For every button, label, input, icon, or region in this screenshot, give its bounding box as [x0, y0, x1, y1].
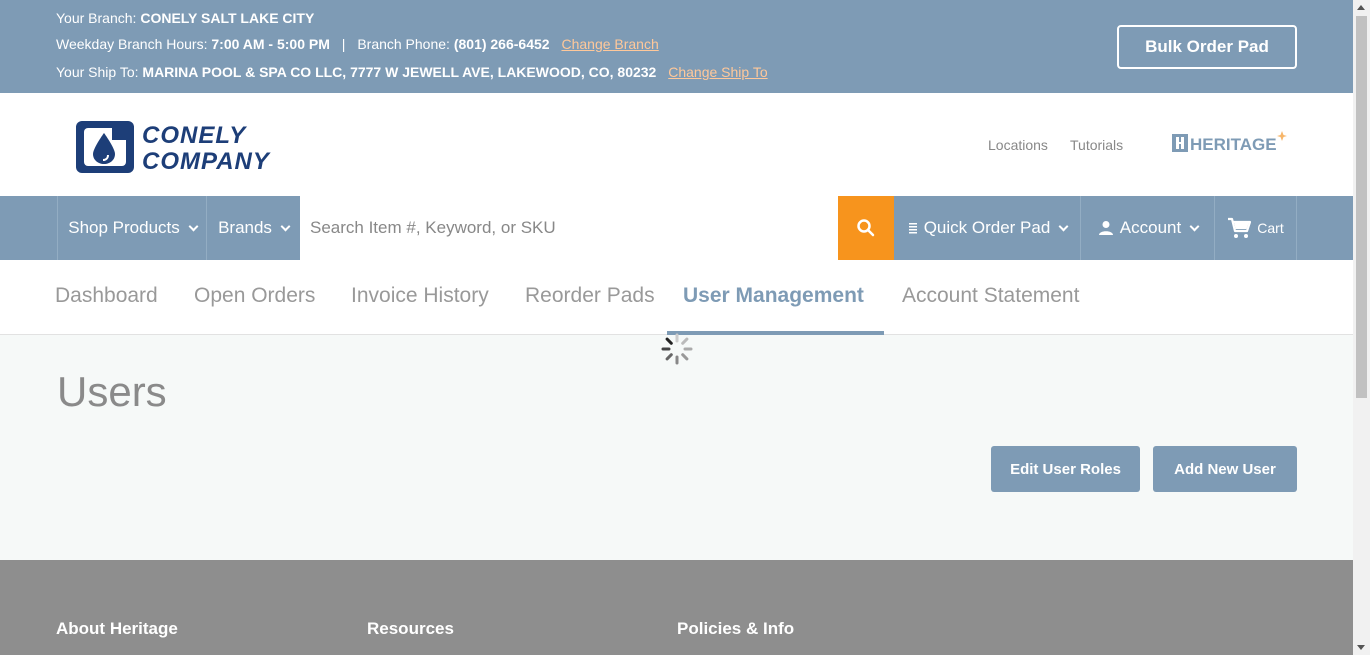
scroll-thumb[interactable]	[1356, 16, 1367, 398]
shop-products-label: Shop Products	[68, 218, 180, 237]
chevron-down-icon	[1058, 221, 1069, 231]
change-ship-to-link[interactable]: Change Ship To	[668, 64, 767, 80]
add-new-user-button[interactable]: Add New User	[1153, 446, 1297, 492]
quick-order-pad-menu[interactable]: Quick Order Pad	[894, 196, 1081, 260]
tab-dashboard[interactable]: Dashboard	[55, 284, 158, 308]
footer-heading-policies: Policies & Info	[677, 619, 795, 638]
footer-heading-about: About Heritage	[56, 619, 178, 638]
user-icon	[1098, 221, 1113, 235]
bulk-order-pad-button[interactable]: Bulk Order Pad	[1117, 25, 1297, 69]
tab-user-management[interactable]: User Management	[683, 284, 864, 308]
list-icon	[908, 223, 917, 234]
page-title: Users	[57, 368, 167, 415]
active-tab-indicator	[667, 331, 884, 335]
tab-open-orders[interactable]: Open Orders	[194, 284, 315, 308]
conely-company-logo[interactable]: CONELY COMPANY	[74, 119, 300, 175]
search-field	[300, 196, 838, 260]
main-navigation: Shop Products Brands Quick Order Pad Acc…	[0, 196, 1353, 260]
vertical-scrollbar[interactable]	[1353, 0, 1370, 655]
branch-name: CONELY SALT LAKE CITY	[140, 10, 315, 26]
ship-to-line: Your Ship To: MARINA POOL & SPA CO LLC, …	[56, 64, 768, 80]
chevron-down-icon	[1189, 221, 1200, 231]
branch-label: Your Branch:	[56, 10, 137, 26]
scroll-up-icon[interactable]	[1357, 5, 1365, 10]
ship-to-address: MARINA POOL & SPA CO LLC, 7777 W JEWELL …	[142, 64, 657, 80]
tutorials-link[interactable]: Tutorials	[1070, 137, 1123, 153]
cart-button[interactable]: Cart	[1214, 196, 1297, 260]
brands-menu[interactable]: Brands	[206, 196, 300, 260]
cart-label: Cart	[1257, 220, 1284, 236]
account-menu[interactable]: Account	[1080, 196, 1215, 260]
phone-label: Branch Phone:	[357, 36, 450, 52]
logo-text-line2: COMPANY	[142, 148, 271, 175]
separator: |	[341, 36, 346, 52]
locations-link[interactable]: Locations	[988, 137, 1048, 153]
loading-spinner-icon	[660, 332, 694, 366]
search-icon	[857, 219, 875, 237]
shop-products-menu[interactable]: Shop Products	[57, 196, 207, 260]
quick-order-pad-label: Quick Order Pad	[923, 218, 1051, 237]
tab-account-statement[interactable]: Account Statement	[902, 284, 1079, 308]
search-input[interactable]	[310, 218, 838, 238]
change-branch-link[interactable]: Change Branch	[561, 36, 658, 52]
branch-info-bar: Your Branch: CONELY SALT LAKE CITY Weekd…	[0, 0, 1353, 93]
hours-line: Weekday Branch Hours: 7:00 AM - 5:00 PM …	[56, 36, 659, 52]
brands-label: Brands	[218, 218, 272, 237]
heritage-logo[interactable]: HERITAGE	[1171, 131, 1291, 155]
edit-user-roles-button[interactable]: Edit User Roles	[991, 446, 1140, 492]
branch-hours: 7:00 AM - 5:00 PM	[211, 36, 330, 52]
search-button[interactable]	[838, 196, 894, 260]
heritage-logo-text: HERITAGE	[1190, 135, 1277, 154]
cart-icon	[1228, 217, 1252, 238]
chevron-down-icon	[188, 221, 199, 231]
scroll-down-icon[interactable]	[1357, 645, 1365, 650]
site-footer: About Heritage Resources Policies & Info	[0, 560, 1353, 655]
footer-heading-resources: Resources	[367, 619, 454, 638]
branch-line: Your Branch: CONELY SALT LAKE CITY	[56, 10, 314, 26]
chevron-down-icon	[280, 221, 291, 231]
account-label: Account	[1119, 218, 1182, 237]
tab-invoice-history[interactable]: Invoice History	[351, 284, 489, 308]
account-tabs: Dashboard Open Orders Invoice History Re…	[0, 260, 1353, 335]
hours-label: Weekday Branch Hours:	[56, 36, 208, 52]
ship-to-label: Your Ship To:	[56, 64, 139, 80]
site-header: CONELY COMPANY Locations Tutorials HERIT…	[0, 93, 1353, 196]
tab-reorder-pads[interactable]: Reorder Pads	[525, 284, 655, 308]
logo-text-line1: CONELY	[142, 122, 247, 149]
branch-phone: (801) 266-6452	[453, 36, 550, 52]
